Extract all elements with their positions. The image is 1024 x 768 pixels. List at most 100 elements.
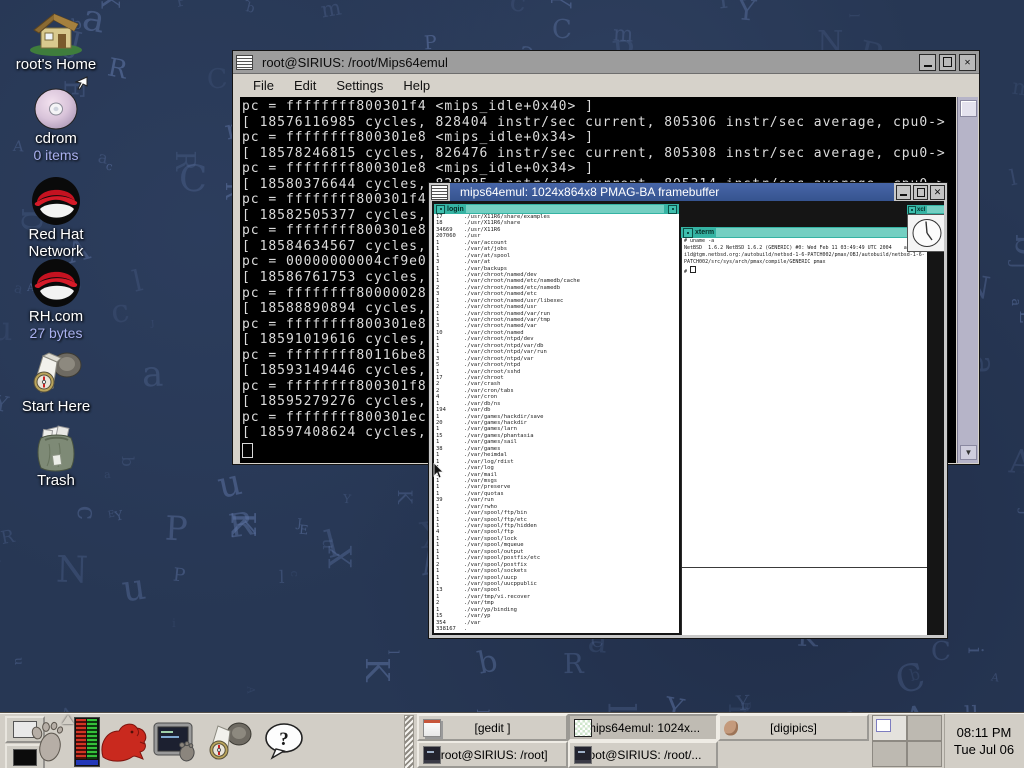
xterm-titlebar[interactable]: xterm [681, 227, 927, 238]
emulated-screen[interactable]: login 17./usr/X11R6/share/examples18./us… [432, 201, 944, 635]
workspace-2[interactable] [907, 715, 942, 741]
window-menu-icon[interactable] [236, 55, 253, 70]
xclock-titlebar[interactable]: xcl [907, 205, 944, 214]
terminal-line: [ 18576116985 cycles, 828404 instr/sec c… [242, 115, 956, 131]
framebuffer-window: mips64emul: 1024x864x8 PMAG-BA framebuff… [428, 182, 948, 639]
terminal-scrollbar[interactable]: ▼ [957, 97, 978, 463]
xterm-output: # uname -aNetBSD 1.6.2 NetBSD 1.6.2 (GEN… [682, 238, 927, 276]
wallpaper-letter: a [1009, 299, 1022, 307]
workspace-1[interactable] [872, 715, 907, 741]
wallpaper-letter: R [227, 507, 256, 543]
menu-help[interactable]: Help [393, 78, 440, 93]
resize-icon[interactable] [668, 205, 677, 214]
task-button[interactable]: [gedit ] [417, 714, 568, 741]
panel-handle[interactable] [404, 715, 414, 768]
wallpaper-letter: Y [546, 0, 574, 9]
task-label: [gedit ] [474, 721, 510, 735]
wallpaper-letter: A [0, 548, 1, 564]
wallpaper-letter: K [361, 657, 394, 682]
menu-settings[interactable]: Settings [326, 78, 393, 93]
task-label: root@SIRIUS: /root/... [585, 748, 702, 762]
wallpaper-letter: Y [343, 493, 352, 506]
cdrom-icon [30, 88, 82, 130]
terminal-window-title: root@SIRIUS: /root/Mips64emul [262, 55, 919, 70]
scrollbar-thumb[interactable] [960, 100, 977, 117]
titlebar-hilite [927, 206, 944, 213]
workspace-pager [872, 715, 942, 767]
framebuffer-titlebar[interactable]: mips64emul: 1024x864x8 PMAG-BA framebuff… [429, 183, 947, 201]
wallpaper-letter: b [1011, 234, 1024, 255]
terminal-cursor [242, 443, 253, 458]
task-button[interactable]: [root@SIRIUS: /root] [417, 741, 568, 768]
login-xterm-window[interactable]: login 17./usr/X11R6/share/examples18./us… [434, 204, 679, 633]
home-icon [27, 10, 85, 56]
wallpaper-letter: i [45, 0, 68, 1]
iconify-icon[interactable] [436, 205, 445, 214]
wallpaper-letter: c [288, 571, 300, 577]
icon-label: RH.com [0, 308, 112, 325]
desktop-icon-start-here[interactable]: Start Here [0, 348, 112, 415]
workspace-3[interactable] [872, 741, 907, 767]
wallpaper-letter: l [385, 650, 400, 655]
close-button[interactable]: ✕ [959, 54, 976, 71]
icon-label: Trash [0, 472, 112, 489]
wallpaper-letter: C [206, 67, 228, 95]
clock-date: Tue Jul 06 [954, 741, 1014, 758]
desktop-icon-red-hat-network[interactable]: Red Hat Network [0, 176, 112, 260]
iconify-icon[interactable] [683, 228, 693, 238]
minimize-button[interactable] [919, 54, 936, 71]
desktop-icon-rh-com[interactable]: RH.com 27 bytes [0, 258, 112, 341]
wallpaper-letter: l [130, 266, 145, 296]
task-button[interactable]: mips64emul: 1024x... [568, 714, 718, 741]
wallpaper-letter: J [151, 319, 155, 327]
system-monitor-applet[interactable] [74, 717, 100, 767]
icon-label: root's Home [0, 56, 112, 73]
maximize-button[interactable] [939, 54, 956, 71]
menu-edit[interactable]: Edit [284, 78, 326, 93]
wallpaper-letter: R [0, 528, 16, 548]
xterm-window[interactable]: xterm # uname -aNetBSD 1.6.2 NetBSD 1.6.… [681, 227, 927, 635]
close-button[interactable]: ✕ [930, 185, 945, 200]
wallpaper-letter: m [613, 24, 635, 47]
titlebar-hilite [716, 228, 911, 237]
wallpaper-letter: Y [735, 0, 757, 25]
help-launcher-icon[interactable]: ? [262, 721, 308, 761]
terminal-titlebar[interactable]: root@SIRIUS: /root/Mips64emul ✕ [233, 51, 979, 74]
wallpaper-letter: P [164, 511, 188, 546]
desktop-icon-trash[interactable]: Trash [0, 424, 112, 489]
wallpaper-letter: C [552, 16, 573, 43]
iconify-icon[interactable] [908, 206, 916, 214]
task-button[interactable]: root@SIRIUS: /root/... [568, 741, 718, 768]
cpu-bars [76, 719, 86, 759]
terminal-task-icon [574, 746, 592, 764]
terminal-launcher-icon[interactable] [152, 721, 198, 763]
maximize-button[interactable] [913, 185, 928, 200]
login-titlebar[interactable]: login [434, 204, 679, 214]
gnome-main-menu-icon[interactable] [30, 721, 64, 763]
icon-label: cdrom [0, 130, 112, 147]
desktop-icon-roots-home[interactable]: root's Home [0, 10, 112, 73]
trash-icon [29, 424, 83, 472]
wallpaper-letter: i [965, 647, 986, 654]
scrollbar-down-arrow[interactable]: ▼ [960, 445, 977, 460]
mozilla-launcher-icon[interactable] [99, 719, 149, 765]
workspace-4[interactable] [907, 741, 942, 767]
analog-clock-icon [907, 214, 944, 252]
menu-file[interactable]: File [243, 78, 284, 93]
applet-expand-arrow[interactable] [62, 715, 74, 724]
icon-label: Red Hat Network [0, 226, 112, 260]
start-here-launcher-icon[interactable] [204, 719, 254, 765]
separator-line [682, 567, 927, 568]
du-listing: 17./usr/X11R6/share/examples18./usr/X11R… [434, 214, 679, 633]
desktop-icon-cdrom[interactable]: cdrom 0 items [0, 88, 112, 163]
wallpaper-letter: P [738, 701, 751, 710]
icon-sublabel: 0 items [0, 147, 112, 163]
wallpaper-letter: A [990, 673, 1000, 685]
window-menu-icon[interactable] [431, 185, 448, 200]
terminal-task-icon [423, 746, 441, 764]
xclock-window[interactable]: xcl [907, 205, 944, 252]
task-button[interactable]: [digipics] [718, 714, 869, 741]
red-hat-icon [30, 258, 82, 308]
minimize-button[interactable] [896, 185, 911, 200]
titlebar-hilite [466, 205, 664, 213]
